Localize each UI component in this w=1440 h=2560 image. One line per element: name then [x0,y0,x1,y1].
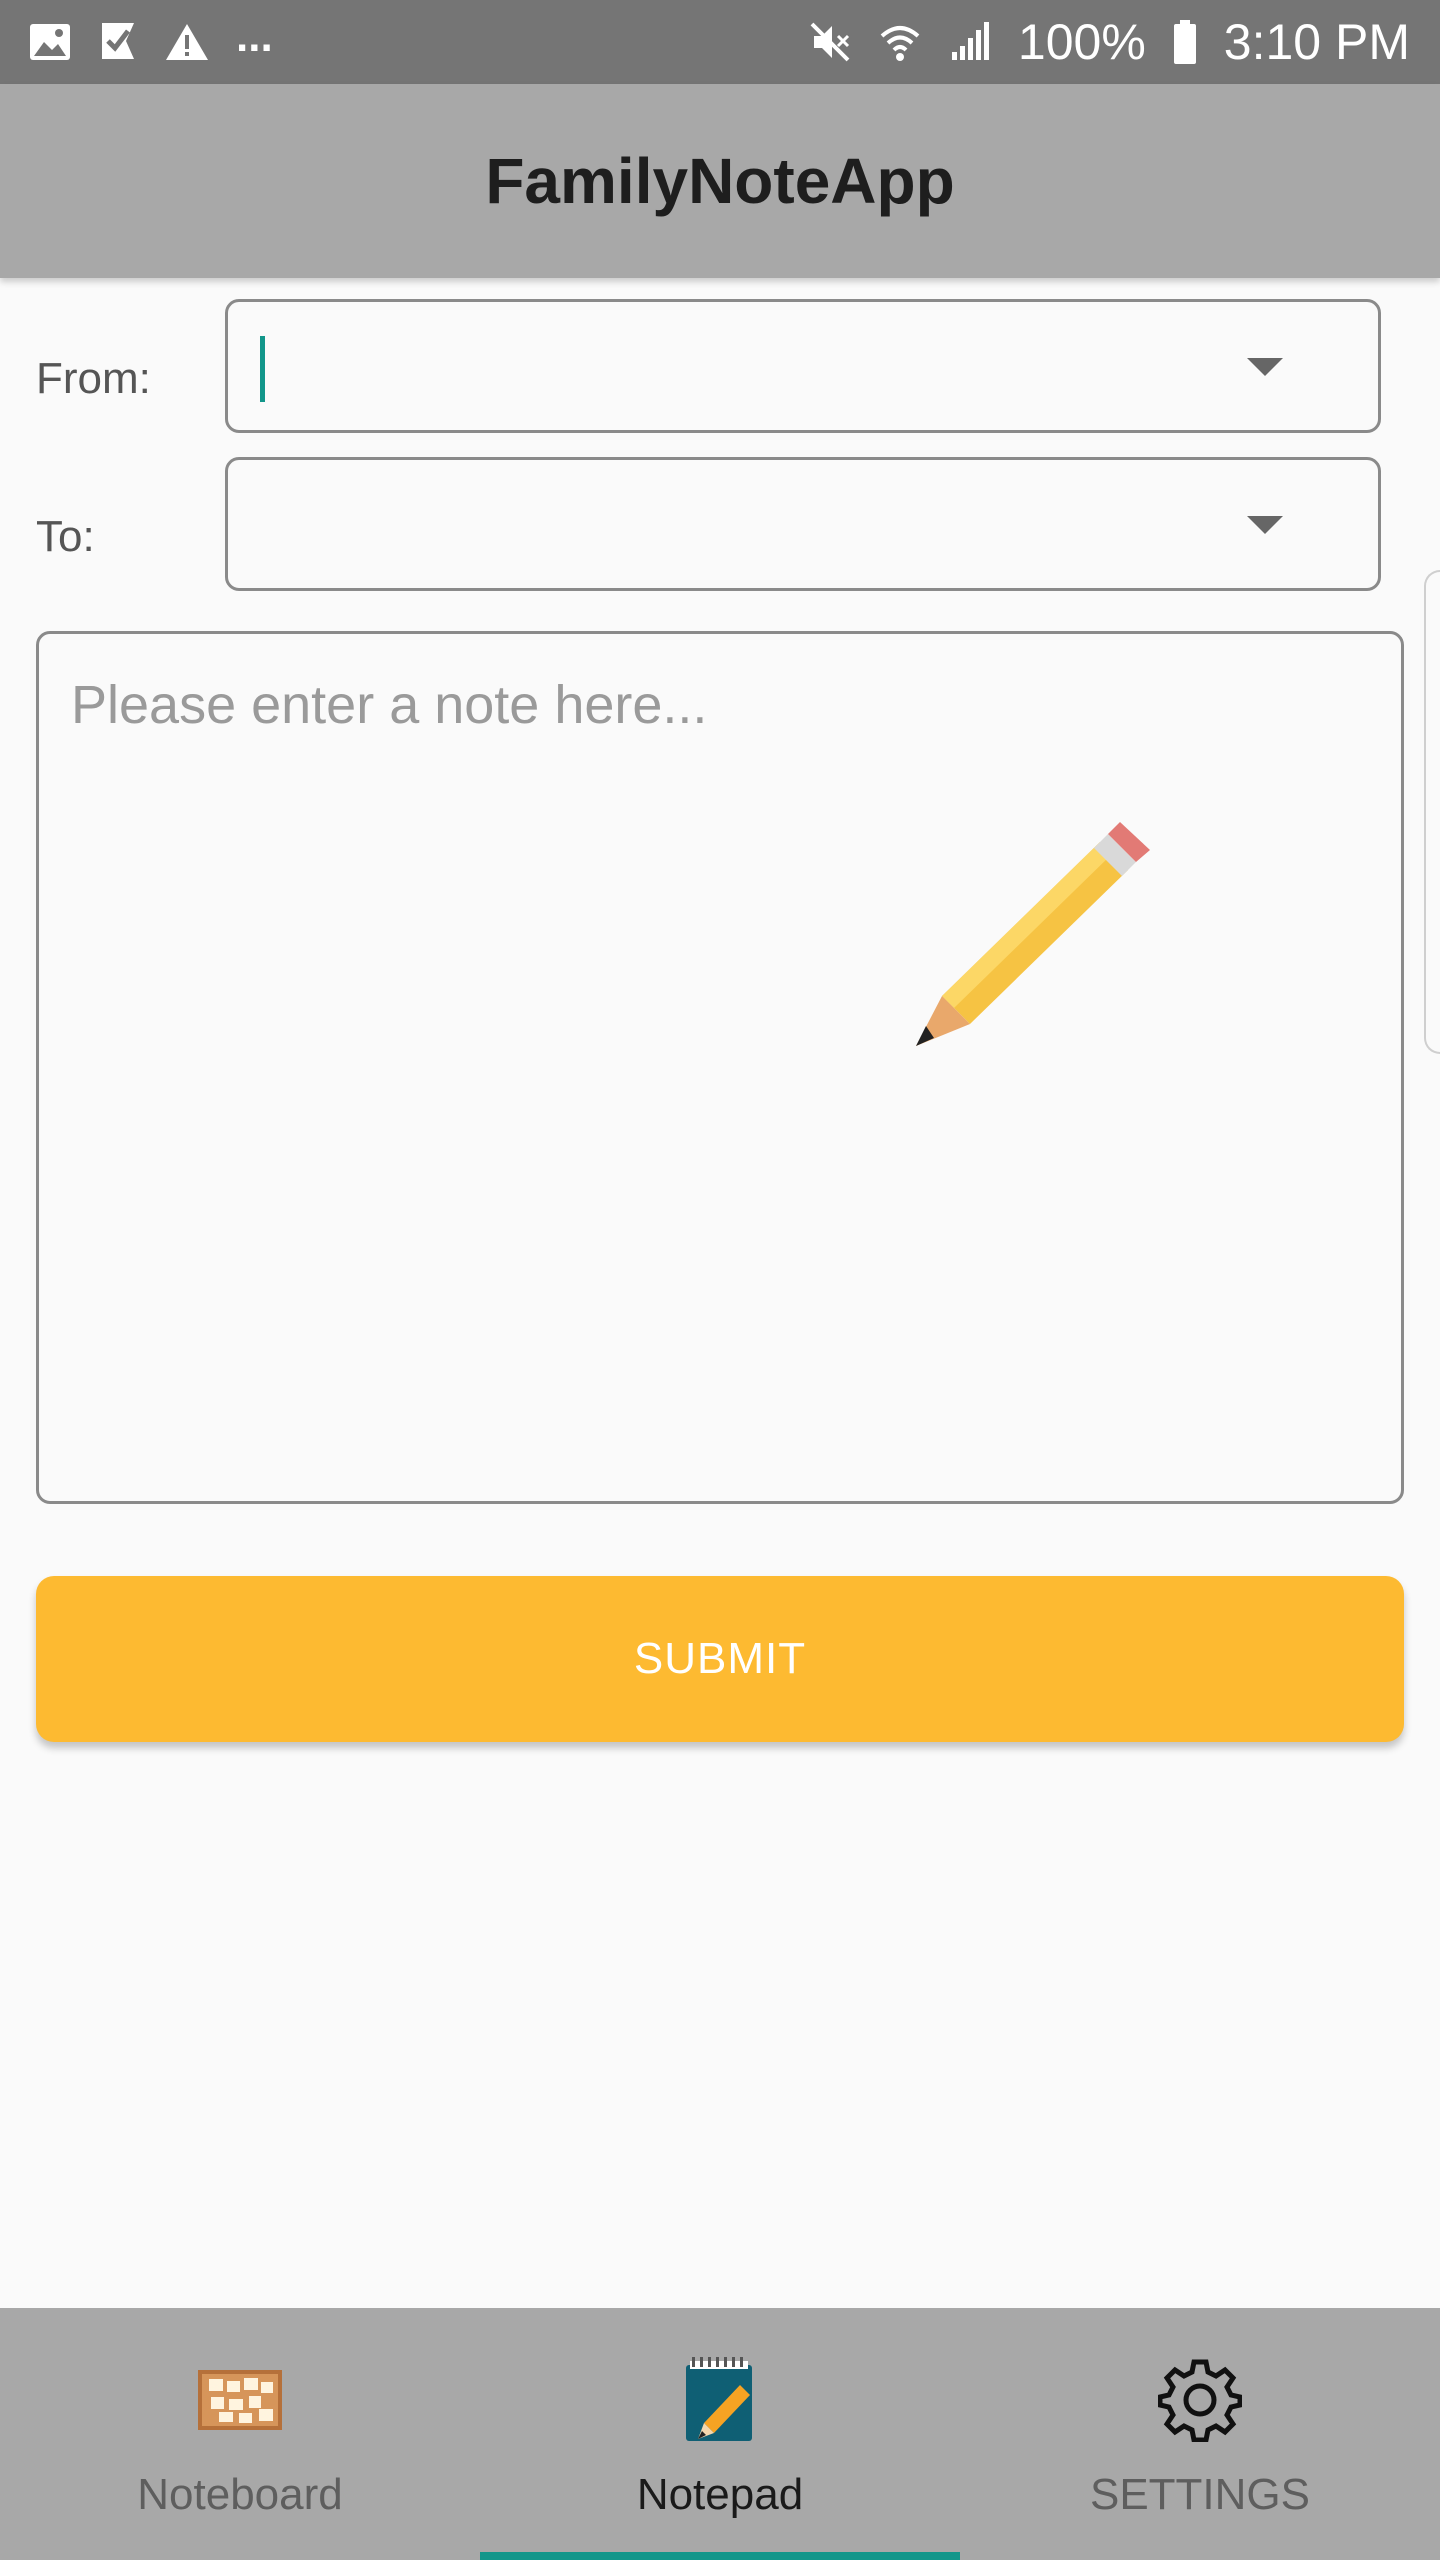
from-label: From: [36,354,151,403]
status-bar: ... 100% 3:10 PM [0,0,1440,84]
gear-icon [1152,2352,1248,2448]
battery-percent: 100% [1017,14,1146,70]
pencil-icon [900,800,1160,1065]
notepad-icon [672,2352,768,2448]
warning-icon [164,22,210,62]
from-dropdown[interactable] [225,299,1381,433]
image-icon [28,22,72,62]
chevron-down-icon[interactable] [1247,358,1283,376]
text-cursor [260,336,265,402]
tab-noteboard-label: Noteboard [137,2470,343,2519]
note-area[interactable] [36,631,1404,1504]
edge-panel-handle[interactable] [1424,570,1440,1054]
tab-noteboard[interactable]: Noteboard [0,2308,480,2560]
to-dropdown[interactable] [225,457,1381,591]
status-time: 3:10 PM [1223,14,1410,70]
app-title: FamilyNoteApp [485,145,955,217]
status-overflow: ... [236,12,273,61]
chevron-down-icon[interactable] [1247,516,1283,534]
corkboard-icon [192,2352,288,2448]
mute-icon [808,20,852,64]
check-flag-icon [98,21,138,63]
tab-settings-label: SETTINGS [1089,2470,1311,2519]
tab-notepad-label: Notepad [636,2470,804,2519]
tab-notepad[interactable]: Notepad [480,2308,960,2560]
bottom-nav: Noteboard Notepad SETTINGS [0,2308,1440,2560]
status-bar-right: 100% 3:10 PM [808,13,1410,71]
submit-button[interactable]: SUBMIT [36,1576,1404,1742]
battery-icon [1172,19,1198,65]
app-bar: FamilyNoteApp [0,84,1440,278]
signal-icon [948,20,992,64]
wifi-icon [878,20,922,64]
note-input[interactable] [39,634,1401,1501]
active-tab-indicator [480,2552,960,2560]
screen: ... 100% 3:10 PM FamilyNoteApp From: To:… [0,0,1440,2560]
tab-settings[interactable]: SETTINGS [960,2308,1440,2560]
status-bar-left: ... [28,15,273,63]
to-label: To: [36,512,95,561]
